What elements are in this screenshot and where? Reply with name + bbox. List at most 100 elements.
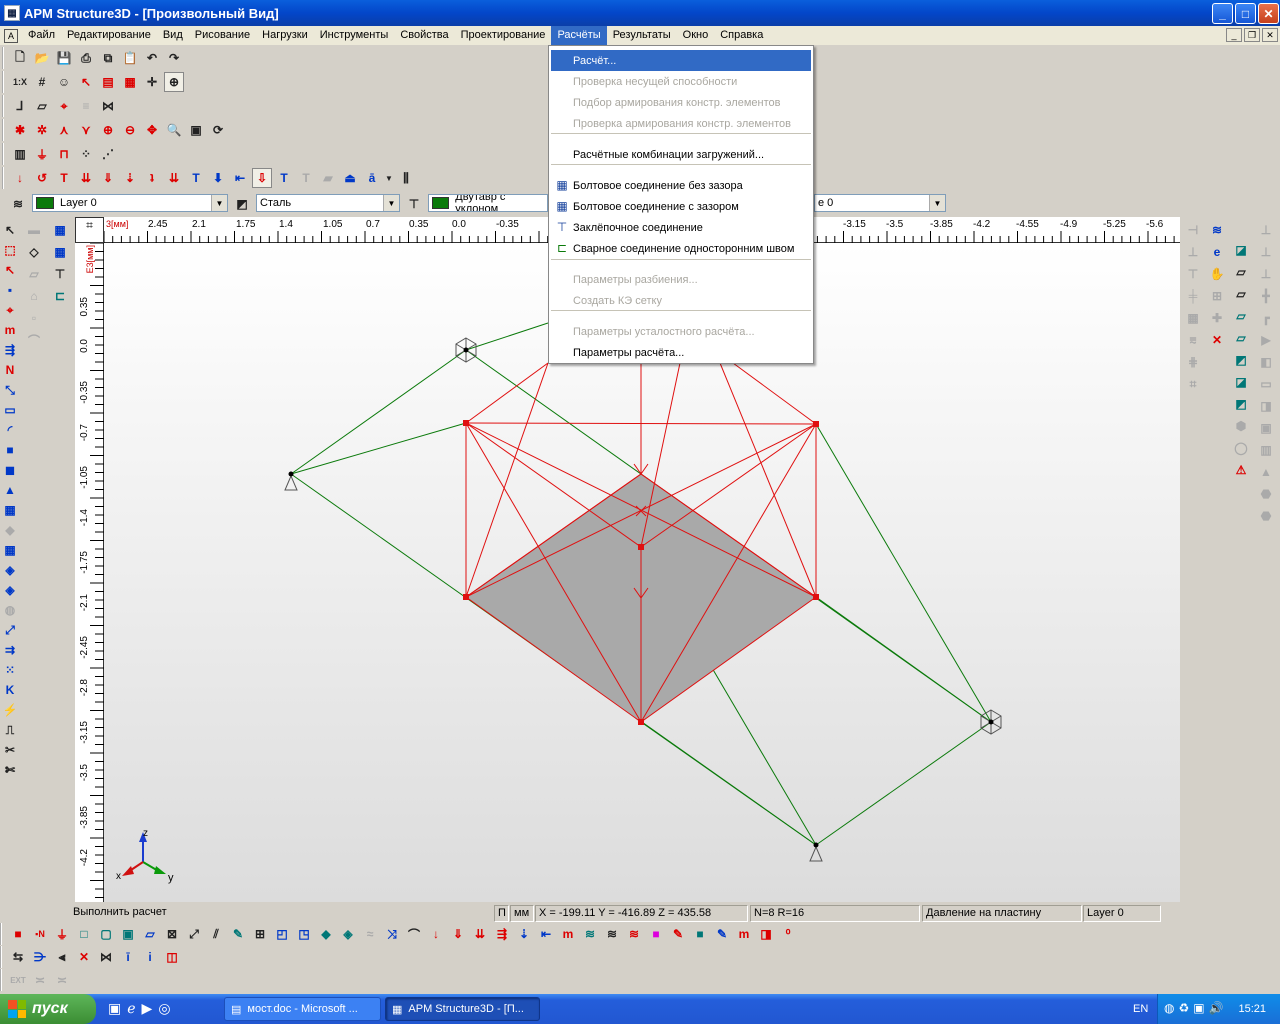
app-shortcut-icon[interactable]: ◎ (158, 1000, 170, 1017)
mass-icon[interactable]: m (0, 320, 20, 340)
transform-icon[interactable]: ⤢ (0, 620, 20, 640)
result-bars-icon[interactable]: ⫷ (52, 947, 72, 967)
zoom-in-icon[interactable]: ⊕ (98, 120, 118, 140)
result-move-icon[interactable]: ⇆ (8, 947, 28, 967)
menu-item[interactable]: ▦ Болтовое соединение с зазором (551, 196, 811, 217)
triangle-plate-icon[interactable]: ▲ (0, 480, 20, 500)
tray-device-icon[interactable]: ▣ (1193, 1001, 1204, 1015)
bar-divide-icon[interactable]: ⤡ (0, 380, 20, 400)
minimize-button[interactable]: _ (1212, 3, 1233, 24)
view-iso-icon[interactable]: ◇ (24, 242, 44, 262)
gray-tool-n-icon[interactable]: ⬣ (1256, 506, 1276, 526)
cut-icon[interactable]: ✂ (0, 740, 20, 760)
result-ia-icon[interactable]: i (140, 947, 160, 967)
zoom-extents-icon[interactable]: ▣ (186, 120, 206, 140)
menu-item[interactable]: ▦ Болтовое соединение без зазора (551, 175, 811, 196)
mdi-restore-button[interactable]: ❐ (1244, 28, 1260, 42)
beam-icon[interactable]: ▭ (0, 400, 20, 420)
distributed-load-icon[interactable]: ⇊ (76, 168, 96, 188)
gray-tool-i-icon[interactable]: ◨ (1256, 396, 1276, 416)
window-select-icon[interactable]: ⬚ (0, 240, 20, 260)
menu-tools[interactable]: Инструменты (314, 26, 395, 45)
right-tool-6-icon[interactable]: ⩳ (1183, 330, 1203, 350)
undo-icon[interactable]: ↶ (142, 48, 162, 68)
show-plate-edges-icon[interactable]: ▢ (96, 924, 116, 944)
show-load-icon[interactable]: ⇓ (448, 924, 468, 944)
view-extra-icon[interactable]: ⌒ (24, 330, 44, 350)
result-nodes-icon[interactable]: ⋈ (96, 947, 116, 967)
box-icon-2[interactable]: ▱ (1231, 262, 1251, 282)
menu-design[interactable]: Проектирование (455, 26, 552, 45)
show-bars-icon[interactable]: ⤢ (184, 924, 204, 944)
bar-force-icon[interactable]: ⇣ (120, 168, 140, 188)
menu-file[interactable]: Файл (22, 26, 61, 45)
section-icon[interactable]: ▥ (10, 144, 30, 164)
language-indicator[interactable]: EN (1133, 1003, 1148, 1015)
trapezoid-load-icon[interactable]: ⇓ (98, 168, 118, 188)
result-ti-icon[interactable]: ī (118, 947, 138, 967)
media-player-icon[interactable]: ▶ (142, 1000, 153, 1017)
right-tool-7-icon[interactable]: ⋕ (1183, 352, 1203, 372)
show-table-icon[interactable]: ⊞ (250, 924, 270, 944)
box-icon-5[interactable]: ▱ (1231, 328, 1251, 348)
pan-icon[interactable]: ✥ (142, 120, 162, 140)
green-color-icon[interactable]: ■ (690, 924, 710, 944)
zoom-window-icon[interactable]: 🔍 (164, 120, 184, 140)
show-cube3-icon[interactable]: ◆ (316, 924, 336, 944)
gravity-icon[interactable]: ⏏ (340, 168, 360, 188)
ext-icon[interactable]: EXT (8, 970, 28, 990)
menu-item[interactable]: ⊤ Заклёпочное соединение (551, 217, 811, 238)
show-arc-icon[interactable]: ⌒ (404, 924, 424, 944)
gray-tool-k-icon[interactable]: ▥ (1256, 440, 1276, 460)
table-icon[interactable]: ▦ (120, 72, 140, 92)
solid-temperature-icon[interactable]: T (296, 168, 316, 188)
gray-tool-a-icon[interactable]: ⊥ (1256, 220, 1276, 240)
right-tool-8-icon[interactable]: ⌗ (1183, 374, 1203, 394)
task-word[interactable]: ▤ мост.doc - Microsoft ... (224, 997, 381, 1021)
show-layers3-icon[interactable]: ≋ (624, 924, 644, 944)
force-icon[interactable]: ↓ (10, 168, 30, 188)
right-tool-4-icon[interactable]: ╪ (1183, 286, 1203, 306)
box-icon-3[interactable]: ▱ (1231, 284, 1251, 304)
plate-load-icon[interactable]: ⇤ (230, 168, 250, 188)
material-combo[interactable]: Сталь ▼ (256, 194, 400, 212)
maximize-button[interactable]: □ (1235, 3, 1256, 24)
plate-force-icon[interactable]: ⬇ (208, 168, 228, 188)
result-copy-icon[interactable]: ◫ (162, 947, 182, 967)
zero-level-icon[interactable]: ⁰ (778, 924, 798, 944)
bar-load-icon[interactable]: ⇊ (164, 168, 184, 188)
element-select-icon[interactable]: ✲ (32, 120, 52, 140)
right-tool-5-icon[interactable]: ▦ (1183, 308, 1203, 328)
menu-help[interactable]: Справка (714, 26, 769, 45)
measure-icon[interactable]: ⎍ (0, 720, 20, 740)
shell-icon[interactable]: ◆ (0, 520, 20, 540)
box-icon-10[interactable]: ◯ (1231, 438, 1251, 458)
array-icon[interactable]: ⁙ (0, 660, 20, 680)
gray-tool-m-icon[interactable]: ⬣ (1256, 484, 1276, 504)
chevron-down-icon[interactable]: ▼ (211, 195, 227, 211)
show-wave-icon[interactable]: ≈ (360, 924, 380, 944)
mass-show-icon[interactable]: m (734, 924, 754, 944)
solid-mesh-icon[interactable]: ◈ (0, 580, 20, 600)
release-icon[interactable]: N (0, 360, 20, 380)
right-tool-3-icon[interactable]: ⊤ (1183, 264, 1203, 284)
arc-icon[interactable]: ◜ (0, 420, 20, 440)
ext-a-icon[interactable]: ≍ (30, 970, 50, 990)
bar-temperature-icon[interactable]: T (186, 168, 206, 188)
paste-icon[interactable]: 📋 (120, 48, 140, 68)
plate-pressure-icon[interactable]: ⇩ (252, 168, 272, 188)
dimension-icon[interactable]: ⚡ (0, 700, 20, 720)
color-pen-icon[interactable]: ✎ (668, 924, 688, 944)
mesh-icon[interactable]: ⁘ (76, 144, 96, 164)
start-button[interactable]: пуск (0, 994, 96, 1024)
select-arrow-icon[interactable]: ↖ (0, 220, 20, 240)
view-section-icon[interactable]: ▦ (50, 220, 70, 240)
menu-edit[interactable]: Редактирование (61, 26, 157, 45)
close-button[interactable]: ✕ (1258, 3, 1279, 24)
nodes-icon[interactable]: ⋰ (98, 144, 118, 164)
view-weld-icon[interactable]: ⊏ (50, 286, 70, 306)
scale-1x-icon[interactable]: 1:X (10, 72, 30, 92)
show-solids-icon[interactable]: ▣ (118, 924, 138, 944)
face-icon[interactable]: ☺ (54, 72, 74, 92)
layers-add-icon[interactable]: ⊞ (1207, 286, 1227, 306)
